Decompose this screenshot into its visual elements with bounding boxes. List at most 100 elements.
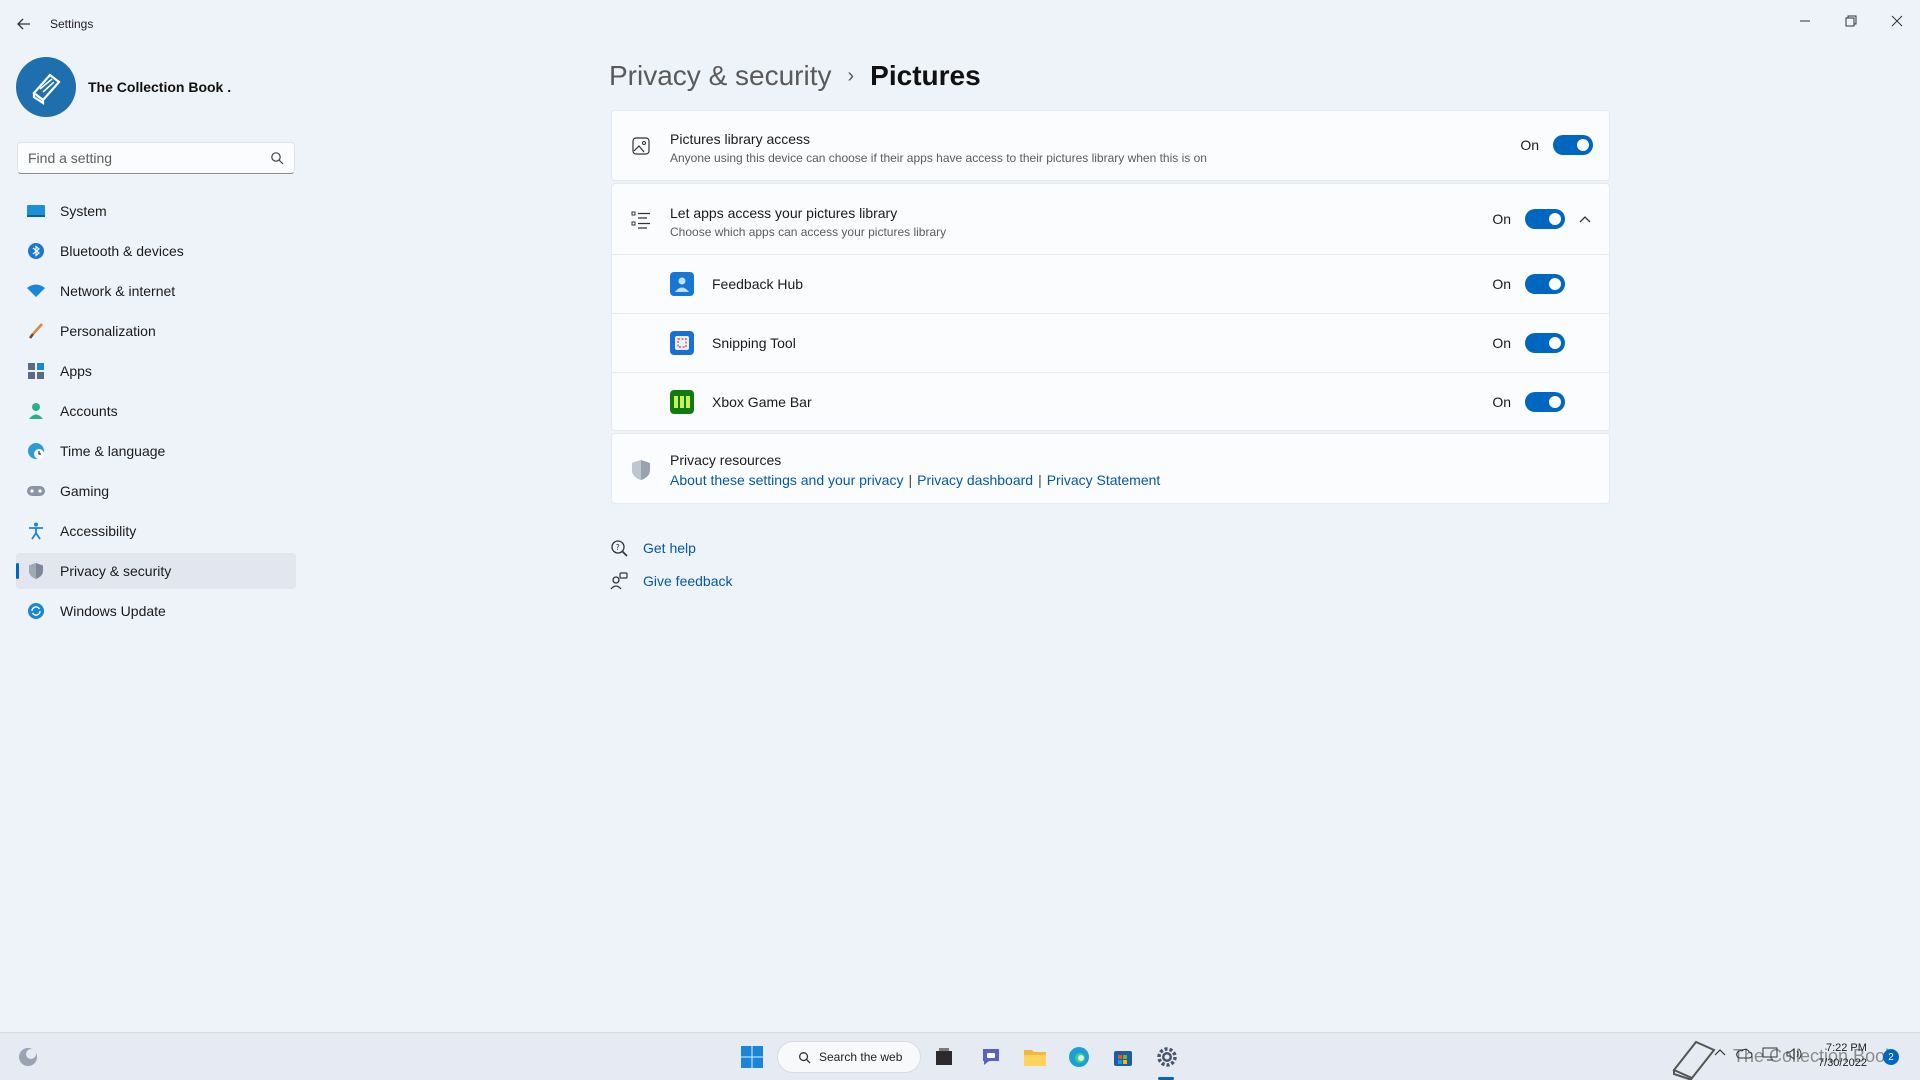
breadcrumb: Privacy & security › Pictures [609, 56, 981, 96]
sidebar-item-accounts[interactable]: Accounts [16, 393, 296, 429]
settings-taskbar-button[interactable] [1151, 1041, 1183, 1073]
taskbar-search[interactable]: Search the web [777, 1041, 921, 1073]
close-button[interactable] [1874, 6, 1920, 36]
store-button[interactable] [1107, 1041, 1139, 1073]
sidebar-item-time-language[interactable]: Time & language [16, 433, 296, 469]
app-name: Xbox Game Bar [712, 394, 812, 410]
notification-badge[interactable]: 2 [1883, 1049, 1899, 1065]
sidebar-item-label: Windows Update [60, 603, 166, 619]
update-icon [26, 601, 46, 621]
toggle-switch[interactable] [1525, 392, 1565, 412]
store-icon [1114, 1051, 1132, 1066]
onedrive-icon[interactable] [1736, 1047, 1753, 1062]
privacy-resources-card: Privacy resources About these settings a… [611, 433, 1610, 504]
restore-button[interactable] [1828, 6, 1874, 36]
gear-icon [1157, 1047, 1177, 1067]
toggle-switch[interactable] [1525, 333, 1565, 353]
settings-search[interactable] [17, 142, 295, 174]
globe-clock-icon [26, 441, 46, 461]
sidebar-item-accessibility[interactable]: Accessibility [16, 513, 296, 549]
chat-button[interactable] [975, 1041, 1007, 1073]
privacy-dashboard-link[interactable]: Privacy dashboard [917, 472, 1033, 488]
toggle-switch[interactable] [1525, 209, 1565, 229]
teams-chat-icon [983, 1049, 999, 1065]
xbox-game-bar-toggle[interactable]: On [1492, 392, 1565, 412]
system-clock[interactable]: 7:22 PM 7/30/2022 [1818, 1041, 1867, 1071]
get-help-link[interactable]: ? Get help [609, 538, 696, 558]
clock-time: 7:22 PM [1825, 1042, 1867, 1054]
privacy-links: About these settings and your privacy | … [670, 472, 1160, 488]
breadcrumb-parent[interactable]: Privacy & security [609, 60, 832, 92]
back-arrow-icon [17, 18, 30, 30]
folder-icon [1024, 1050, 1046, 1066]
app-name: Snipping Tool [712, 335, 796, 351]
user-profile[interactable]: The Collection Book . [16, 56, 231, 118]
feedback-hub-toggle[interactable]: On [1492, 274, 1565, 294]
file-explorer-button[interactable] [1019, 1041, 1051, 1073]
brush-icon [26, 321, 46, 341]
start-button[interactable] [736, 1041, 768, 1073]
snipping-tool-icon [670, 331, 694, 355]
toggle-state-label: On [1492, 211, 1511, 227]
search-icon [271, 152, 284, 165]
list-icon [629, 208, 653, 232]
sidebar-item-label: Accounts [60, 403, 118, 419]
widgets-button[interactable] [12, 1041, 44, 1073]
get-help-label[interactable]: Get help [643, 540, 696, 556]
link-separator: | [908, 472, 913, 488]
system-icon [26, 201, 46, 221]
library-access-toggle[interactable]: On [1520, 135, 1593, 155]
about-privacy-link[interactable]: About these settings and your privacy [670, 472, 903, 488]
display-icon[interactable] [1762, 1047, 1778, 1064]
sidebar-item-system[interactable]: System [16, 193, 296, 229]
back-button[interactable] [14, 14, 34, 34]
task-view-icon [936, 1048, 952, 1065]
sidebar-item-label: Bluetooth & devices [60, 243, 184, 259]
sidebar-item-windows-update[interactable]: Windows Update [16, 593, 296, 629]
sidebar-item-label: Personalization [60, 323, 156, 339]
chevron-up-icon[interactable] [1577, 211, 1593, 227]
edge-button[interactable] [1063, 1041, 1095, 1073]
help-chat-icon: ? [609, 538, 629, 558]
sidebar-item-personalization[interactable]: Personalization [16, 313, 296, 349]
toggle-state-label: On [1492, 335, 1511, 351]
chevron-up-icon [1714, 1049, 1726, 1056]
profile-name: The Collection Book . [88, 79, 232, 95]
breadcrumb-separator: › [847, 64, 855, 87]
toggle-switch[interactable] [1525, 274, 1565, 294]
app-title: Settings [50, 17, 94, 31]
show-hidden-icons-button[interactable] [1714, 1047, 1726, 1059]
accessibility-icon [26, 521, 46, 541]
book-logo-icon [32, 73, 61, 106]
give-feedback-link[interactable]: Give feedback [609, 571, 733, 591]
taskbar: Search the web The Collection Book 7:22 … [0, 1032, 1920, 1080]
toggle-switch[interactable] [1553, 135, 1593, 155]
task-view-button[interactable] [928, 1041, 960, 1073]
feedback-icon [609, 571, 629, 591]
snipping-tool-toggle[interactable]: On [1492, 333, 1565, 353]
sidebar-item-label: Privacy & security [60, 563, 172, 579]
apps-access-toggle[interactable]: On [1492, 209, 1565, 229]
watermark-text: The Collection Book [1733, 1046, 1895, 1066]
app-row-snipping-tool: Snipping Tool On [612, 313, 1609, 372]
volume-icon[interactable] [1786, 1047, 1802, 1064]
apps-access-card: Let apps access your pictures library Ch… [611, 183, 1610, 431]
apps-access-header[interactable]: Let apps access your pictures library Ch… [612, 184, 1609, 254]
sidebar-item-gaming[interactable]: Gaming [16, 473, 296, 509]
windows-logo-icon [741, 1046, 763, 1068]
edge-browser-icon [1069, 1047, 1089, 1067]
minimize-button[interactable] [1782, 6, 1828, 36]
search-input[interactable] [28, 150, 258, 166]
apps-access-description: Choose which apps can access your pictur… [670, 225, 947, 239]
toggle-state-label: On [1520, 137, 1539, 153]
sidebar-item-apps[interactable]: Apps [16, 353, 296, 389]
privacy-statement-link[interactable]: Privacy Statement [1047, 472, 1161, 488]
sidebar-item-network[interactable]: Network & internet [16, 273, 296, 309]
app-row-feedback-hub: Feedback Hub On [612, 254, 1609, 313]
give-feedback-label[interactable]: Give feedback [643, 573, 733, 589]
library-access-description: Anyone using this device can choose if t… [670, 151, 1207, 165]
app-name: Feedback Hub [712, 276, 804, 292]
sidebar-item-privacy-security[interactable]: Privacy & security [16, 553, 296, 589]
taskbar-search-label: Search the web [819, 1050, 903, 1064]
sidebar-item-bluetooth[interactable]: Bluetooth & devices [16, 233, 296, 269]
